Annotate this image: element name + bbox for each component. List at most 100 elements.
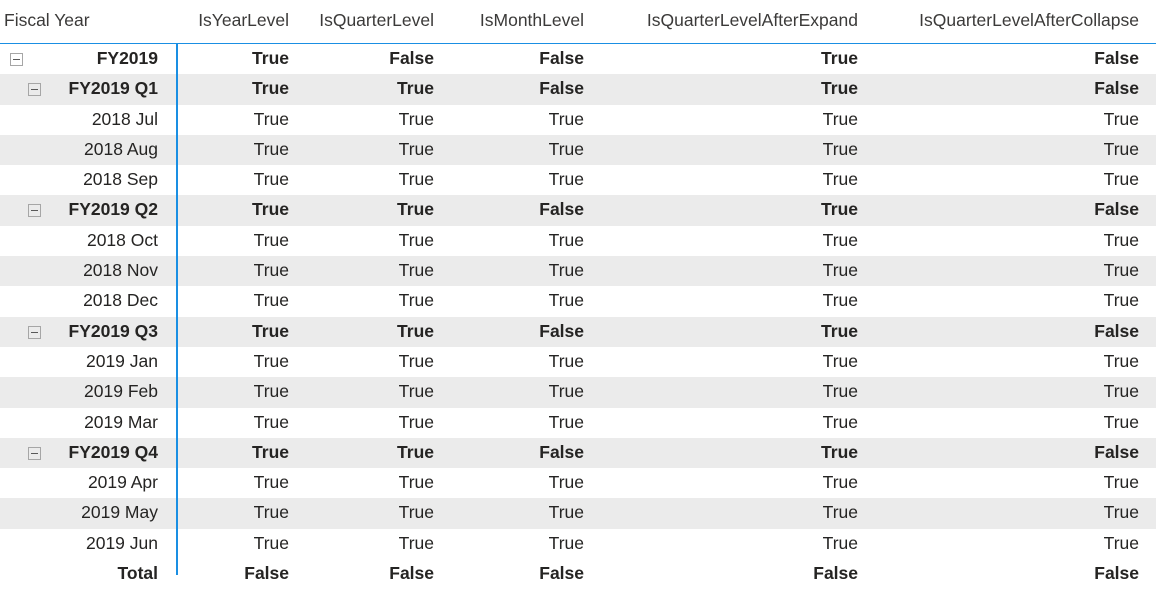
cell-is_quarter_level_after_expand[interactable]: True	[821, 438, 858, 468]
cell-is_month_level[interactable]: True	[549, 347, 584, 377]
cell-is_quarter_level_after_collapse[interactable]: True	[1104, 468, 1139, 498]
cell-is_quarter_level_after_expand[interactable]: True	[823, 135, 858, 165]
cell-is_year_level[interactable]: True	[254, 226, 289, 256]
matrix-row[interactable]: 2018 OctTrueTrueTrueTrueTrue	[0, 226, 1156, 256]
matrix-row[interactable]: 2018 JulTrueTrueTrueTrueTrue	[0, 105, 1156, 135]
cell-is_quarter_level[interactable]: True	[397, 438, 434, 468]
cell-is_quarter_level_after_expand[interactable]: True	[823, 408, 858, 438]
matrix-row[interactable]: 2018 AugTrueTrueTrueTrueTrue	[0, 135, 1156, 165]
cell-is_quarter_level[interactable]: True	[399, 286, 434, 316]
cell-is_quarter_level_after_expand[interactable]: True	[823, 165, 858, 195]
cell-is_quarter_level_after_expand[interactable]: True	[823, 105, 858, 135]
cell-is_month_level[interactable]: False	[539, 74, 584, 104]
row-header-label[interactable]: 2018 Dec	[83, 286, 158, 316]
matrix-row[interactable]: 2018 DecTrueTrueTrueTrueTrue	[0, 286, 1156, 316]
collapse-toggle-icon[interactable]	[28, 83, 41, 96]
cell-is_quarter_level_after_collapse[interactable]: False	[1094, 317, 1139, 347]
cell-is_quarter_level[interactable]: True	[397, 74, 434, 104]
cell-is_year_level[interactable]: True	[254, 377, 289, 407]
row-header-label[interactable]: FY2019	[97, 44, 158, 74]
cell-is_month_level[interactable]: True	[549, 408, 584, 438]
cell-is_month_level[interactable]: True	[549, 226, 584, 256]
cell-is_month_level[interactable]: False	[539, 559, 584, 589]
cell-is_year_level[interactable]: True	[252, 195, 289, 225]
cell-is_quarter_level_after_expand[interactable]: True	[823, 498, 858, 528]
cell-is_quarter_level_after_collapse[interactable]: False	[1094, 74, 1139, 104]
cell-is_month_level[interactable]: False	[539, 438, 584, 468]
cell-is_month_level[interactable]: True	[549, 468, 584, 498]
cell-is_quarter_level_after_collapse[interactable]: False	[1094, 195, 1139, 225]
cell-is_quarter_level[interactable]: False	[389, 559, 434, 589]
cell-is_month_level[interactable]: True	[549, 105, 584, 135]
cell-is_quarter_level_after_collapse[interactable]: True	[1104, 226, 1139, 256]
collapse-toggle-icon[interactable]	[10, 53, 23, 66]
cell-is_quarter_level_after_collapse[interactable]: True	[1104, 529, 1139, 559]
matrix-row[interactable]: 2019 JanTrueTrueTrueTrueTrue	[0, 347, 1156, 377]
cell-is_quarter_level_after_expand[interactable]: True	[823, 468, 858, 498]
cell-is_month_level[interactable]: True	[549, 377, 584, 407]
cell-is_year_level[interactable]: True	[254, 347, 289, 377]
row-header-label[interactable]: 2019 May	[81, 498, 158, 528]
cell-is_quarter_level[interactable]: True	[399, 165, 434, 195]
row-header-label[interactable]: 2018 Jul	[92, 105, 158, 135]
matrix-row[interactable]: 2019 MarTrueTrueTrueTrueTrue	[0, 408, 1156, 438]
cell-is_year_level[interactable]: True	[252, 317, 289, 347]
matrix-total-row[interactable]: TotalFalseFalseFalseFalseFalse	[0, 559, 1156, 589]
cell-is_year_level[interactable]: True	[254, 135, 289, 165]
row-header-label[interactable]: FY2019 Q2	[69, 195, 159, 225]
cell-is_quarter_level_after_expand[interactable]: True	[823, 256, 858, 286]
column-header-is_year_level[interactable]: IsYearLevel	[198, 0, 289, 44]
row-header-label[interactable]: 2018 Sep	[83, 165, 158, 195]
collapse-toggle-icon[interactable]	[28, 326, 41, 339]
matrix-row[interactable]: FY2019 Q4TrueTrueFalseTrueFalse	[0, 438, 1156, 468]
cell-is_quarter_level[interactable]: True	[399, 135, 434, 165]
cell-is_quarter_level_after_collapse[interactable]: True	[1104, 347, 1139, 377]
row-header-label[interactable]: 2019 Mar	[84, 408, 158, 438]
cell-is_year_level[interactable]: False	[244, 559, 289, 589]
cell-is_quarter_level_after_expand[interactable]: True	[823, 226, 858, 256]
row-header-label[interactable]: 2018 Aug	[84, 135, 158, 165]
matrix-row[interactable]: FY2019 Q1TrueTrueFalseTrueFalse	[0, 74, 1156, 104]
cell-is_quarter_level[interactable]: False	[389, 44, 434, 74]
cell-is_quarter_level_after_collapse[interactable]: True	[1104, 105, 1139, 135]
cell-is_quarter_level[interactable]: True	[399, 377, 434, 407]
cell-is_month_level[interactable]: False	[539, 195, 584, 225]
cell-is_month_level[interactable]: True	[549, 498, 584, 528]
cell-is_quarter_level[interactable]: True	[399, 226, 434, 256]
matrix-row[interactable]: 2019 JunTrueTrueTrueTrueTrue	[0, 529, 1156, 559]
cell-is_quarter_level[interactable]: True	[399, 529, 434, 559]
cell-is_year_level[interactable]: True	[252, 74, 289, 104]
cell-is_quarter_level_after_collapse[interactable]: True	[1104, 135, 1139, 165]
row-header-label[interactable]: FY2019 Q3	[69, 317, 159, 347]
row-header-label[interactable]: Total	[117, 559, 158, 589]
cell-is_year_level[interactable]: True	[254, 498, 289, 528]
cell-is_quarter_level[interactable]: True	[399, 105, 434, 135]
cell-is_quarter_level_after_collapse[interactable]: True	[1104, 256, 1139, 286]
cell-is_quarter_level_after_expand[interactable]: True	[823, 347, 858, 377]
row-header-label[interactable]: FY2019 Q1	[69, 74, 159, 104]
matrix-row[interactable]: 2019 Feb True True True True True	[0, 377, 1156, 407]
cell-is_quarter_level_after_collapse[interactable]: True	[1104, 377, 1139, 407]
cell-is_quarter_level_after_expand[interactable]: True	[823, 377, 858, 407]
row-header-label[interactable]: 2019 Apr	[88, 468, 158, 498]
cell-is_quarter_level_after_expand[interactable]: True	[821, 317, 858, 347]
cell-is_year_level[interactable]: True	[254, 408, 289, 438]
matrix-row[interactable]: FY2019TrueFalseFalseTrueFalse	[0, 44, 1156, 74]
cell-is_quarter_level_after_collapse[interactable]: False	[1094, 44, 1139, 74]
cell-is_month_level[interactable]: True	[549, 529, 584, 559]
cell-is_year_level[interactable]: True	[254, 529, 289, 559]
cell-is_quarter_level[interactable]: True	[399, 498, 434, 528]
matrix-row[interactable]: 2018 NovTrueTrueTrueTrueTrue	[0, 256, 1156, 286]
matrix-row[interactable]: 2019 Apr True True True True True	[0, 468, 1156, 498]
cell-is_quarter_level_after_collapse[interactable]: True	[1104, 165, 1139, 195]
cell-is_quarter_level_after_collapse[interactable]: True	[1104, 498, 1139, 528]
matrix-row[interactable]: 2019 May True True True True True	[0, 498, 1156, 528]
cell-is_quarter_level[interactable]: True	[399, 468, 434, 498]
cell-is_year_level[interactable]: True	[254, 286, 289, 316]
cell-is_quarter_level_after_collapse[interactable]: False	[1094, 559, 1139, 589]
cell-is_year_level[interactable]: True	[254, 468, 289, 498]
row-header-label[interactable]: 2019 Feb	[84, 377, 158, 407]
cell-is_quarter_level[interactable]: True	[397, 317, 434, 347]
cell-is_month_level[interactable]: True	[549, 165, 584, 195]
cell-is_quarter_level[interactable]: True	[399, 347, 434, 377]
